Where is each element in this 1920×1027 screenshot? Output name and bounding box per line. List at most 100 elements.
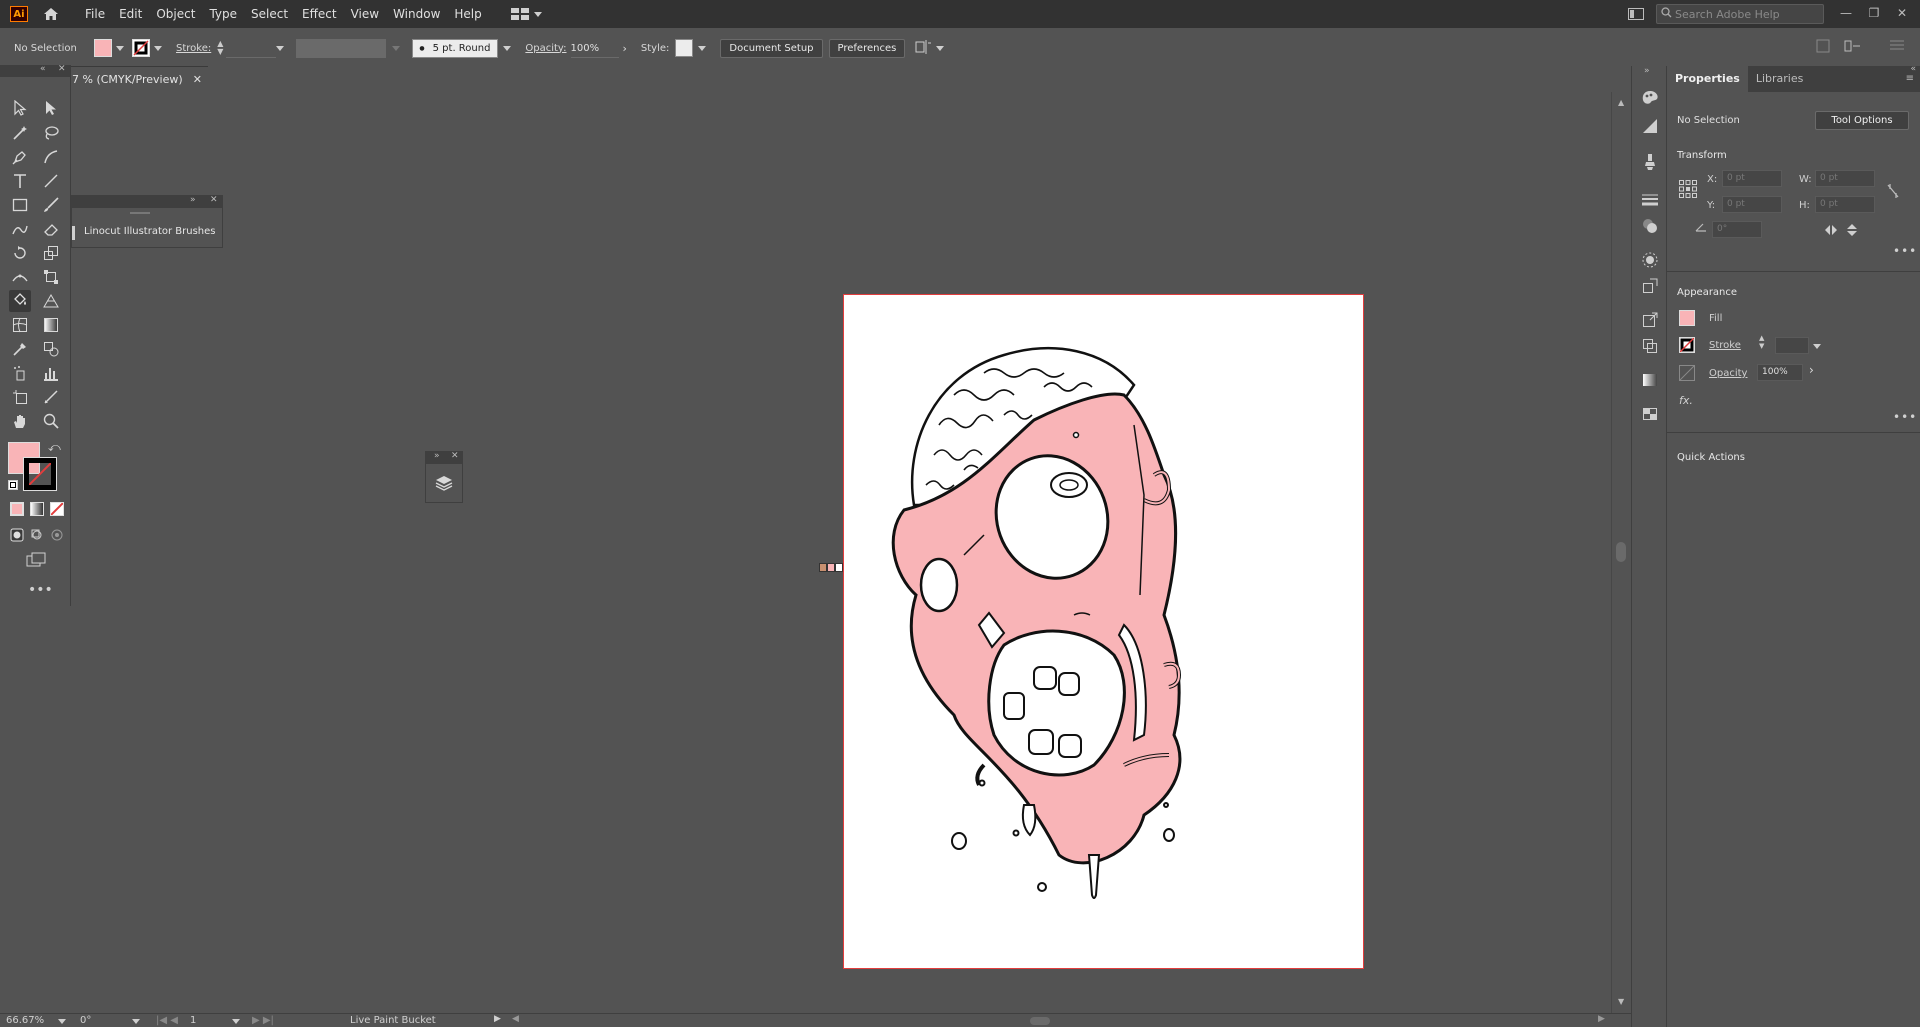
y-field[interactable]: 0 pt <box>1722 196 1782 213</box>
default-fill-stroke-icon[interactable] <box>8 480 18 490</box>
document-tab[interactable]: 7 % (CMYK/Preview) ✕ <box>71 66 208 92</box>
canvas-area[interactable] <box>71 92 1611 1013</box>
menu-select[interactable]: Select <box>244 0 295 28</box>
shaper-tool-icon[interactable] <box>9 218 31 240</box>
hand-tool-icon[interactable] <box>9 410 31 432</box>
opacity-field[interactable]: 100% <box>570 39 619 58</box>
appearance-fill-swatch[interactable] <box>1679 310 1695 326</box>
curvature-tool-icon[interactable] <box>40 146 62 168</box>
restore-icon[interactable]: ❐ <box>1864 4 1884 22</box>
appearance-panel-icon[interactable] <box>1640 216 1660 236</box>
eyedropper-tool-icon[interactable] <box>9 338 31 360</box>
eraser-tool-icon[interactable] <box>40 218 62 240</box>
last-artboard-icon[interactable]: ▶ ▶| <box>252 1015 274 1026</box>
opacity-label[interactable]: Opacity: <box>525 43 566 54</box>
menu-type[interactable]: Type <box>202 0 244 28</box>
close-icon[interactable]: ✕ <box>58 64 66 74</box>
stroke-weight-chevron-icon[interactable] <box>276 45 285 51</box>
transparency-panel-icon[interactable] <box>1640 404 1660 424</box>
expand-icon[interactable]: » <box>190 195 196 205</box>
more-options-icon[interactable]: ••• <box>1893 410 1917 424</box>
color-guide-icon[interactable] <box>1640 116 1660 136</box>
free-transform-tool-icon[interactable] <box>40 266 62 288</box>
stroke-label[interactable]: Stroke: <box>176 43 211 54</box>
flip-vertical-icon[interactable] <box>1846 223 1858 240</box>
status-menu-icon[interactable]: ▶ <box>494 1014 501 1024</box>
minimize-icon[interactable]: — <box>1836 4 1856 22</box>
zoom-tool-icon[interactable] <box>40 410 62 432</box>
line-segment-tool-icon[interactable] <box>40 170 62 192</box>
column-graph-tool-icon[interactable] <box>40 362 62 384</box>
reference-point-icon[interactable] <box>1679 180 1697 201</box>
zoom-chevron-icon[interactable] <box>58 1019 66 1024</box>
pen-tool-icon[interactable] <box>9 146 31 168</box>
opacity-label[interactable]: Opacity <box>1709 368 1747 379</box>
stroke-weight-field[interactable] <box>226 39 277 58</box>
rectangle-tool-icon[interactable] <box>9 194 31 216</box>
stroke-dropdown-chevron-icon[interactable] <box>154 45 162 51</box>
width-tool-icon[interactable] <box>9 266 31 288</box>
preferences-button[interactable]: Preferences <box>828 38 906 58</box>
rotate-tool-icon[interactable] <box>9 242 31 264</box>
fill-swatch[interactable] <box>94 39 112 57</box>
collapse-dock-icon[interactable]: » <box>1644 66 1650 76</box>
lasso-tool-icon[interactable] <box>40 122 62 144</box>
workspace-switcher[interactable] <box>510 8 542 20</box>
rotate-angle-field[interactable]: 0° <box>1712 221 1762 238</box>
perspective-grid-tool-icon[interactable] <box>40 290 62 312</box>
home-icon[interactable] <box>40 3 62 25</box>
appearance-stroke-swatch[interactable] <box>1679 337 1695 353</box>
menu-view[interactable]: View <box>344 0 386 28</box>
more-options-icon[interactable]: ••• <box>1893 244 1917 258</box>
scroll-right-icon[interactable]: ▶ <box>1598 1014 1605 1024</box>
menu-edit[interactable]: Edit <box>112 0 149 28</box>
opacity-field[interactable]: 100% <box>1757 364 1803 381</box>
arrange-documents-icon[interactable] <box>1628 8 1644 23</box>
brush-definition[interactable]: ● 5 pt. Round <box>412 38 499 58</box>
live-paint-bucket-tool-icon[interactable] <box>9 290 31 312</box>
align-chevron-icon[interactable] <box>936 45 945 51</box>
scroll-thumb[interactable] <box>1616 542 1626 562</box>
brush-library-label[interactable]: Linocut Illustrator Brushes <box>84 226 216 237</box>
stroke-panel-icon[interactable] <box>1640 190 1660 210</box>
panel-header[interactable]: » ✕ <box>426 451 462 464</box>
chevron-right-icon[interactable]: › <box>623 42 627 55</box>
scroll-up-icon[interactable]: ▲ <box>1618 98 1624 107</box>
expand-icon[interactable]: » <box>434 451 440 461</box>
stroke-swatch[interactable] <box>132 39 150 57</box>
color-mode-icon[interactable] <box>10 502 24 516</box>
scale-tool-icon[interactable] <box>40 242 62 264</box>
constrain-proportions-icon[interactable] <box>1886 183 1900 202</box>
magic-wand-tool-icon[interactable] <box>9 122 31 144</box>
panel-menu-icon[interactable] <box>1890 39 1904 54</box>
first-artboard-icon[interactable]: |◀ ◀ <box>156 1015 178 1026</box>
stroke-color-swatch[interactable] <box>23 457 57 491</box>
collapse-panel-icon[interactable]: « <box>1910 64 1916 74</box>
menu-help[interactable]: Help <box>447 0 488 28</box>
draw-inside-icon[interactable] <box>50 528 64 545</box>
stroke-weight-stepper[interactable]: ▲ ▼ <box>217 39 285 58</box>
x-field[interactable]: 0 pt <box>1722 170 1782 187</box>
symbols-panel-icon[interactable] <box>1640 250 1660 270</box>
close-icon[interactable]: ✕ <box>193 73 202 86</box>
artboard[interactable] <box>843 294 1364 969</box>
artboard-tool-icon[interactable] <box>9 386 31 408</box>
export-icon[interactable] <box>1640 310 1660 330</box>
document-setup-button[interactable]: Document Setup <box>720 38 823 58</box>
artboard-chevron-icon[interactable] <box>232 1019 240 1024</box>
arrange-panels-icon[interactable] <box>1816 39 1830 56</box>
brush-chevron-icon[interactable] <box>503 45 512 51</box>
layers-icon[interactable] <box>435 474 453 495</box>
style-chevron-icon[interactable] <box>698 45 707 51</box>
variable-width-profile[interactable] <box>296 38 387 58</box>
close-icon[interactable]: ✕ <box>451 451 459 461</box>
rotation-chevron-icon[interactable] <box>132 1019 140 1024</box>
screen-mode-icon[interactable] <box>26 552 46 571</box>
height-field[interactable]: 0 pt <box>1815 196 1875 213</box>
fill-dropdown-chevron-icon[interactable] <box>116 45 124 51</box>
align-options-icon[interactable] <box>915 39 932 57</box>
type-tool-icon[interactable] <box>9 170 31 192</box>
chevron-right-icon[interactable]: › <box>1809 363 1814 377</box>
draw-behind-icon[interactable] <box>30 528 44 545</box>
zoom-level[interactable]: 66.67% <box>6 1015 44 1026</box>
